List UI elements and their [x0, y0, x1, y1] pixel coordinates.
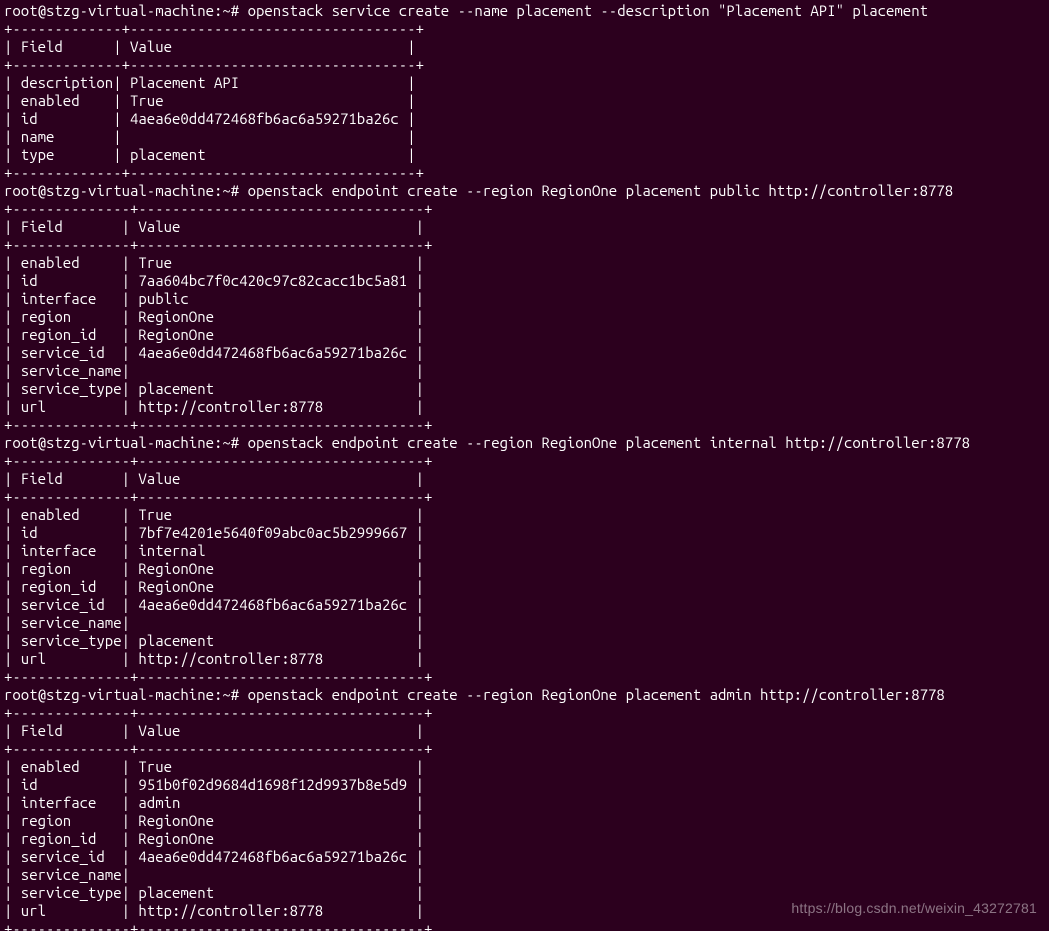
table-border: +--------------+------------------------…: [4, 740, 1045, 758]
table-row: | url | http://controller:8778 |: [4, 398, 1045, 416]
table-row: | enabled | True |: [4, 254, 1045, 272]
command-line[interactable]: root@stzg-virtual-machine:~# openstack s…: [4, 2, 1045, 20]
table-row: | region_id | RegionOne |: [4, 326, 1045, 344]
table-row: | region | RegionOne |: [4, 560, 1045, 578]
table-header: | Field | Value |: [4, 218, 1045, 236]
table-border: +--------------+------------------------…: [4, 236, 1045, 254]
table-row: | interface | public |: [4, 290, 1045, 308]
table-header: | Field | Value |: [4, 722, 1045, 740]
table-row: | service_id | 4aea6e0dd472468fb6ac6a592…: [4, 596, 1045, 614]
table-border: +--------------+------------------------…: [4, 920, 1045, 931]
table-row: | service_type| placement |: [4, 632, 1045, 650]
command-line[interactable]: root@stzg-virtual-machine:~# openstack e…: [4, 434, 1045, 452]
table-row: | interface | admin |: [4, 794, 1045, 812]
table-row: | name | |: [4, 128, 1045, 146]
table-row: | id | 951b0f02d9684d1698f12d9937b8e5d9 …: [4, 776, 1045, 794]
table-border: +--------------+------------------------…: [4, 452, 1045, 470]
table-row: | service_name| |: [4, 614, 1045, 632]
table-row: | region | RegionOne |: [4, 812, 1045, 830]
table-row: | url | http://controller:8778 |: [4, 650, 1045, 668]
table-row: | region_id | RegionOne |: [4, 830, 1045, 848]
table-row: | id | 4aea6e0dd472468fb6ac6a59271ba26c …: [4, 110, 1045, 128]
table-header: | Field | Value |: [4, 38, 1045, 56]
table-border: +--------------+------------------------…: [4, 488, 1045, 506]
table-border: +--------------+------------------------…: [4, 200, 1045, 218]
table-row: | enabled | True |: [4, 92, 1045, 110]
table-row: | interface | internal |: [4, 542, 1045, 560]
table-row: | region | RegionOne |: [4, 308, 1045, 326]
table-border: +--------------+------------------------…: [4, 704, 1045, 722]
table-header: | Field | Value |: [4, 470, 1045, 488]
command-line[interactable]: root@stzg-virtual-machine:~# openstack e…: [4, 686, 1045, 704]
table-border: +--------------+------------------------…: [4, 668, 1045, 686]
table-row: | service_id | 4aea6e0dd472468fb6ac6a592…: [4, 344, 1045, 362]
table-row: | type | placement |: [4, 146, 1045, 164]
table-row: | description| Placement API |: [4, 74, 1045, 92]
table-row: | id | 7bf7e4201e5640f09abc0ac5b2999667 …: [4, 524, 1045, 542]
table-row: | enabled | True |: [4, 758, 1045, 776]
watermark-text: https://blog.csdn.net/weixin_43272781: [791, 899, 1037, 917]
table-row: | service_id | 4aea6e0dd472468fb6ac6a592…: [4, 848, 1045, 866]
table-row: | enabled | True |: [4, 506, 1045, 524]
table-row: | service_type| placement |: [4, 380, 1045, 398]
terminal-output[interactable]: root@stzg-virtual-machine:~# openstack s…: [0, 0, 1049, 931]
table-border: +-------------+-------------------------…: [4, 164, 1045, 182]
table-row: | region_id | RegionOne |: [4, 578, 1045, 596]
table-border: +-------------+-------------------------…: [4, 20, 1045, 38]
command-line[interactable]: root@stzg-virtual-machine:~# openstack e…: [4, 182, 1045, 200]
table-row: | service_name| |: [4, 362, 1045, 380]
table-border: +--------------+------------------------…: [4, 416, 1045, 434]
table-border: +-------------+-------------------------…: [4, 56, 1045, 74]
table-row: | service_name| |: [4, 866, 1045, 884]
table-row: | id | 7aa604bc7f0c420c97c82cacc1bc5a81 …: [4, 272, 1045, 290]
